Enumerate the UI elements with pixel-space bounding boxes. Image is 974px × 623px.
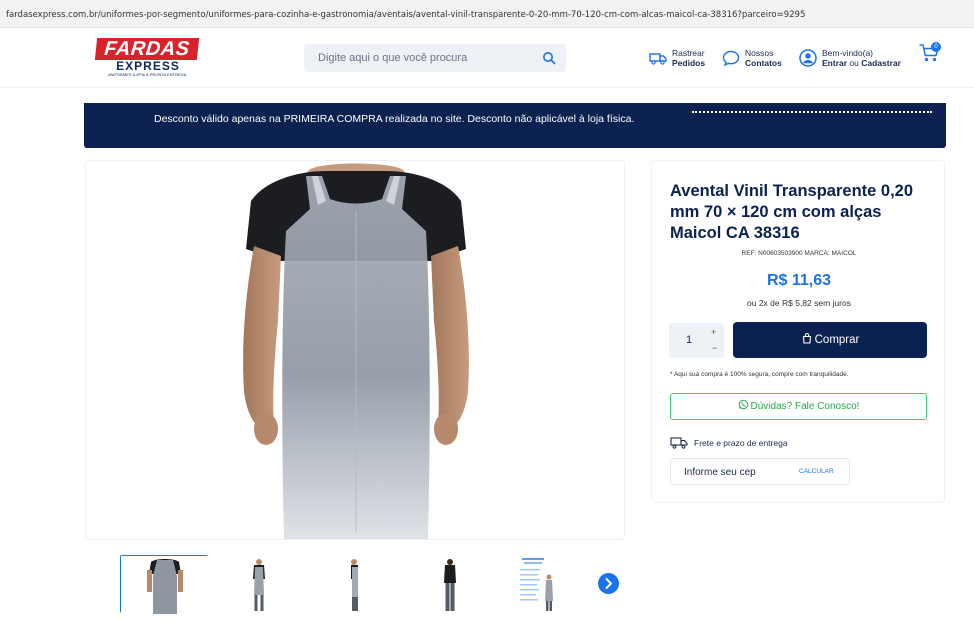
buy-button[interactable]: Comprar (733, 322, 927, 358)
logo-tagline: UNIFORMES & EPIs À PRONTA ENTREGA (107, 72, 187, 77)
delivery-truck-icon (670, 437, 688, 449)
contacts-link[interactable]: Nossos Contatos (722, 46, 792, 72)
track-orders-link[interactable]: Rastrear Pedidos (649, 46, 719, 72)
thumbnail-1[interactable] (120, 555, 209, 614)
quantity-stepper[interactable]: 1 + − (669, 323, 724, 358)
buy-button-label: Comprar (814, 334, 860, 346)
banner-dotted-line (692, 107, 932, 113)
thumbnail-image (351, 559, 358, 611)
site-logo[interactable]: FARDAS EXPRESS UNIFORMES & EPIs À PRONTA… (94, 38, 200, 78)
register-link[interactable]: Cadastrar (861, 58, 901, 68)
truck-icon (649, 53, 667, 65)
product-info-panel: Avental Vinil Transparente 0,20 mm 70 × … (651, 160, 945, 503)
account-link[interactable]: Bem-vindo(a) Entrar ou Cadastrar (799, 46, 911, 72)
contact-line2: Contatos (745, 58, 782, 68)
whatsapp-icon (738, 399, 748, 410)
cep-input[interactable]: Informe seu cep (684, 467, 756, 478)
thumbnail-5[interactable] (504, 555, 592, 613)
secure-purchase-note: * Aqui sua compra é 100% segura, compre … (670, 371, 849, 378)
site-header: FARDAS EXPRESS UNIFORMES & EPIs À PRONTA… (0, 28, 974, 88)
account-greeting: Bem-vindo(a) (822, 48, 874, 58)
product-ref-brand: REF: N00603503900 MARCA: MAICOL (741, 250, 857, 257)
address-bar[interactable]: fardasexpress.com.br/uniformes-por-segme… (0, 0, 974, 28)
product-photo (86, 161, 624, 539)
thumbnail-3[interactable] (312, 555, 400, 613)
track-line1: Rastrear (672, 48, 705, 58)
track-line2: Pedidos (672, 58, 706, 68)
logo-wordmark-bottom: EXPRESS (116, 59, 180, 73)
banner-text: Desconto válido apenas na PRIMEIRA COMPR… (154, 113, 635, 125)
product-main-image[interactable] (85, 160, 625, 540)
quantity-value[interactable]: 1 (686, 334, 692, 346)
shipping-label: Frete e prazo de entrega (694, 438, 788, 448)
installments-text: ou 2x de R$ 5,82 sem juros (747, 298, 851, 308)
chevron-right-icon (605, 578, 612, 589)
user-avatar-icon (799, 49, 817, 67)
thumbnail-image (444, 559, 456, 611)
cep-input-group: Informe seu cep CALCULAR (670, 458, 850, 485)
logo-wordmark-top: FARDAS (94, 38, 200, 60)
thumbnails-next-button[interactable] (598, 573, 619, 594)
thumbnail-strip (120, 555, 620, 614)
search-bar[interactable]: Digite aqui o que você procura (304, 44, 566, 72)
url-text: fardasexpress.com.br/uniformes-por-segme… (6, 10, 806, 20)
shopping-bag-icon (802, 332, 811, 344)
account-or: ou (847, 58, 862, 68)
calculate-shipping-button[interactable]: CALCULAR (799, 468, 834, 475)
whatsapp-label: Dúvidas? Fale Conosco! (750, 401, 860, 412)
whatsapp-contact-button[interactable]: Dúvidas? Fale Conosco! (670, 393, 927, 420)
product-title: Avental Vinil Transparente 0,20 mm 70 × … (670, 182, 914, 242)
contact-line1: Nossos (745, 48, 774, 58)
quantity-increase-button[interactable]: + (711, 327, 716, 337)
search-input[interactable]: Digite aqui o que você procura (318, 52, 467, 64)
product-price: R$ 11,63 (766, 272, 832, 289)
chat-bubble-icon (722, 50, 740, 67)
thumbnail-2[interactable] (216, 555, 304, 613)
search-icon[interactable] (542, 51, 556, 65)
thumbnail-4[interactable] (408, 555, 496, 613)
quantity-decrease-button[interactable]: − (712, 343, 717, 353)
thumbnail-image (121, 556, 209, 614)
login-link[interactable]: Entrar (822, 58, 847, 68)
promo-banner: Desconto válido apenas na PRIMEIRA COMPR… (84, 103, 946, 148)
thumbnail-image (520, 558, 553, 611)
cart-count-badge: 0 (931, 42, 941, 52)
thumbnail-image (253, 559, 265, 611)
